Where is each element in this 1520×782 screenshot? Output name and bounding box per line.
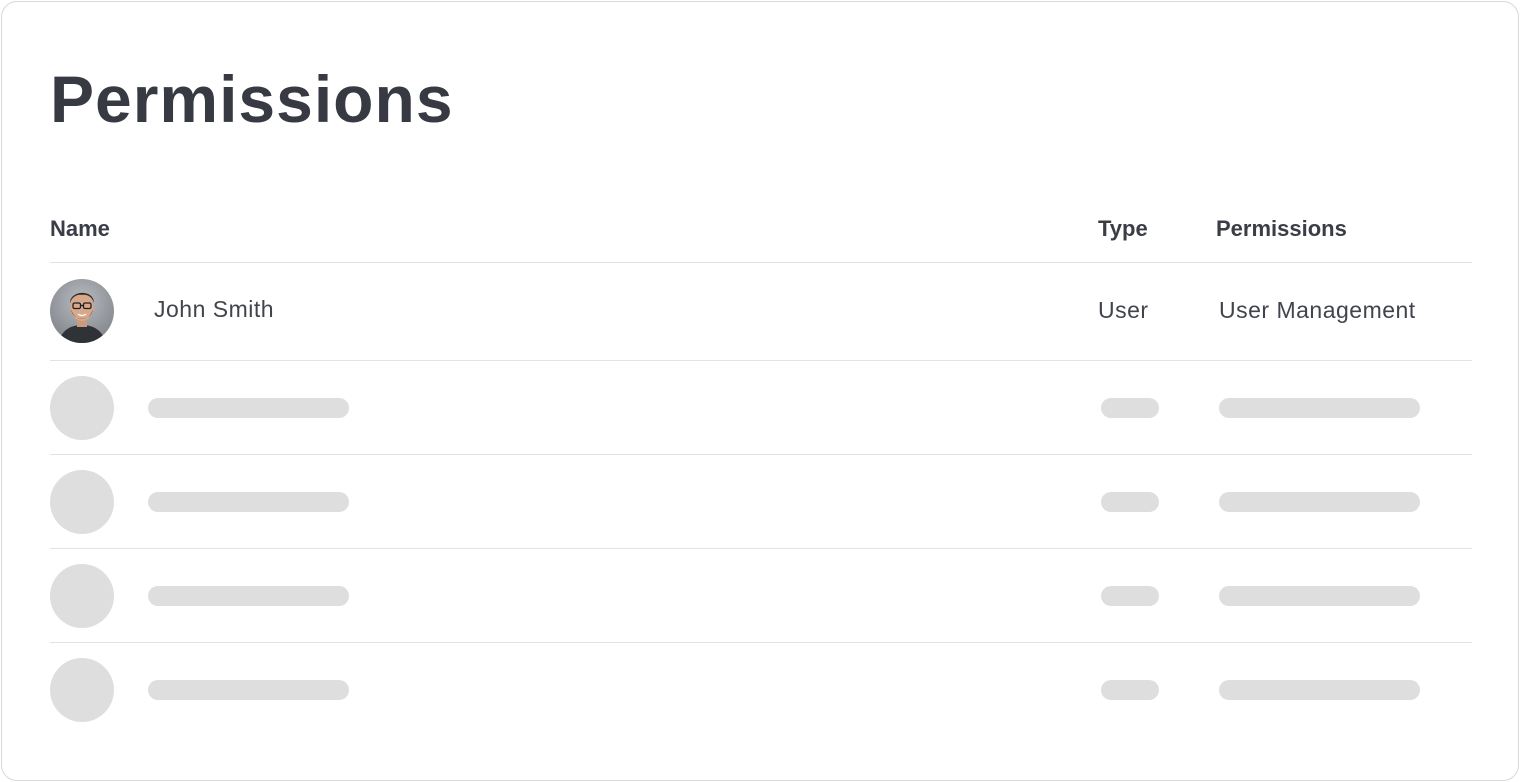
type-placeholder [1101, 492, 1159, 512]
name-placeholder [148, 492, 349, 512]
name-placeholder [148, 398, 349, 418]
column-header-name[interactable]: Name [50, 216, 110, 242]
name-placeholder [148, 680, 349, 700]
cell-permissions: User Management [1219, 297, 1416, 323]
page-title: Permissions [50, 62, 454, 136]
name-placeholder [148, 586, 349, 606]
permissions-placeholder [1219, 586, 1420, 606]
avatar [50, 279, 114, 343]
table-row[interactable]: John Smith User User Management [50, 263, 1472, 361]
skeleton-row [50, 361, 1472, 455]
skeleton-row [50, 643, 1472, 736]
type-placeholder [1101, 398, 1159, 418]
permissions-card: Permissions Name Type Permissions John S… [1, 1, 1519, 781]
permissions-placeholder [1219, 492, 1420, 512]
skeleton-row [50, 455, 1472, 549]
permissions-placeholder [1219, 680, 1420, 700]
permissions-table: Name Type Permissions John Smith User Us… [50, 202, 1472, 736]
cell-type: User [1098, 297, 1149, 323]
type-placeholder [1101, 586, 1159, 606]
table-header: Name Type Permissions [50, 202, 1472, 263]
type-placeholder [1101, 680, 1159, 700]
user-photo-icon [50, 279, 114, 343]
column-header-permissions[interactable]: Permissions [1216, 216, 1347, 242]
column-header-type[interactable]: Type [1098, 216, 1148, 242]
cell-name: John Smith [154, 296, 275, 322]
avatar-placeholder [50, 376, 114, 440]
avatar-placeholder [50, 564, 114, 628]
skeleton-row [50, 549, 1472, 643]
avatar-placeholder [50, 658, 114, 722]
avatar-placeholder [50, 470, 114, 534]
permissions-placeholder [1219, 398, 1420, 418]
